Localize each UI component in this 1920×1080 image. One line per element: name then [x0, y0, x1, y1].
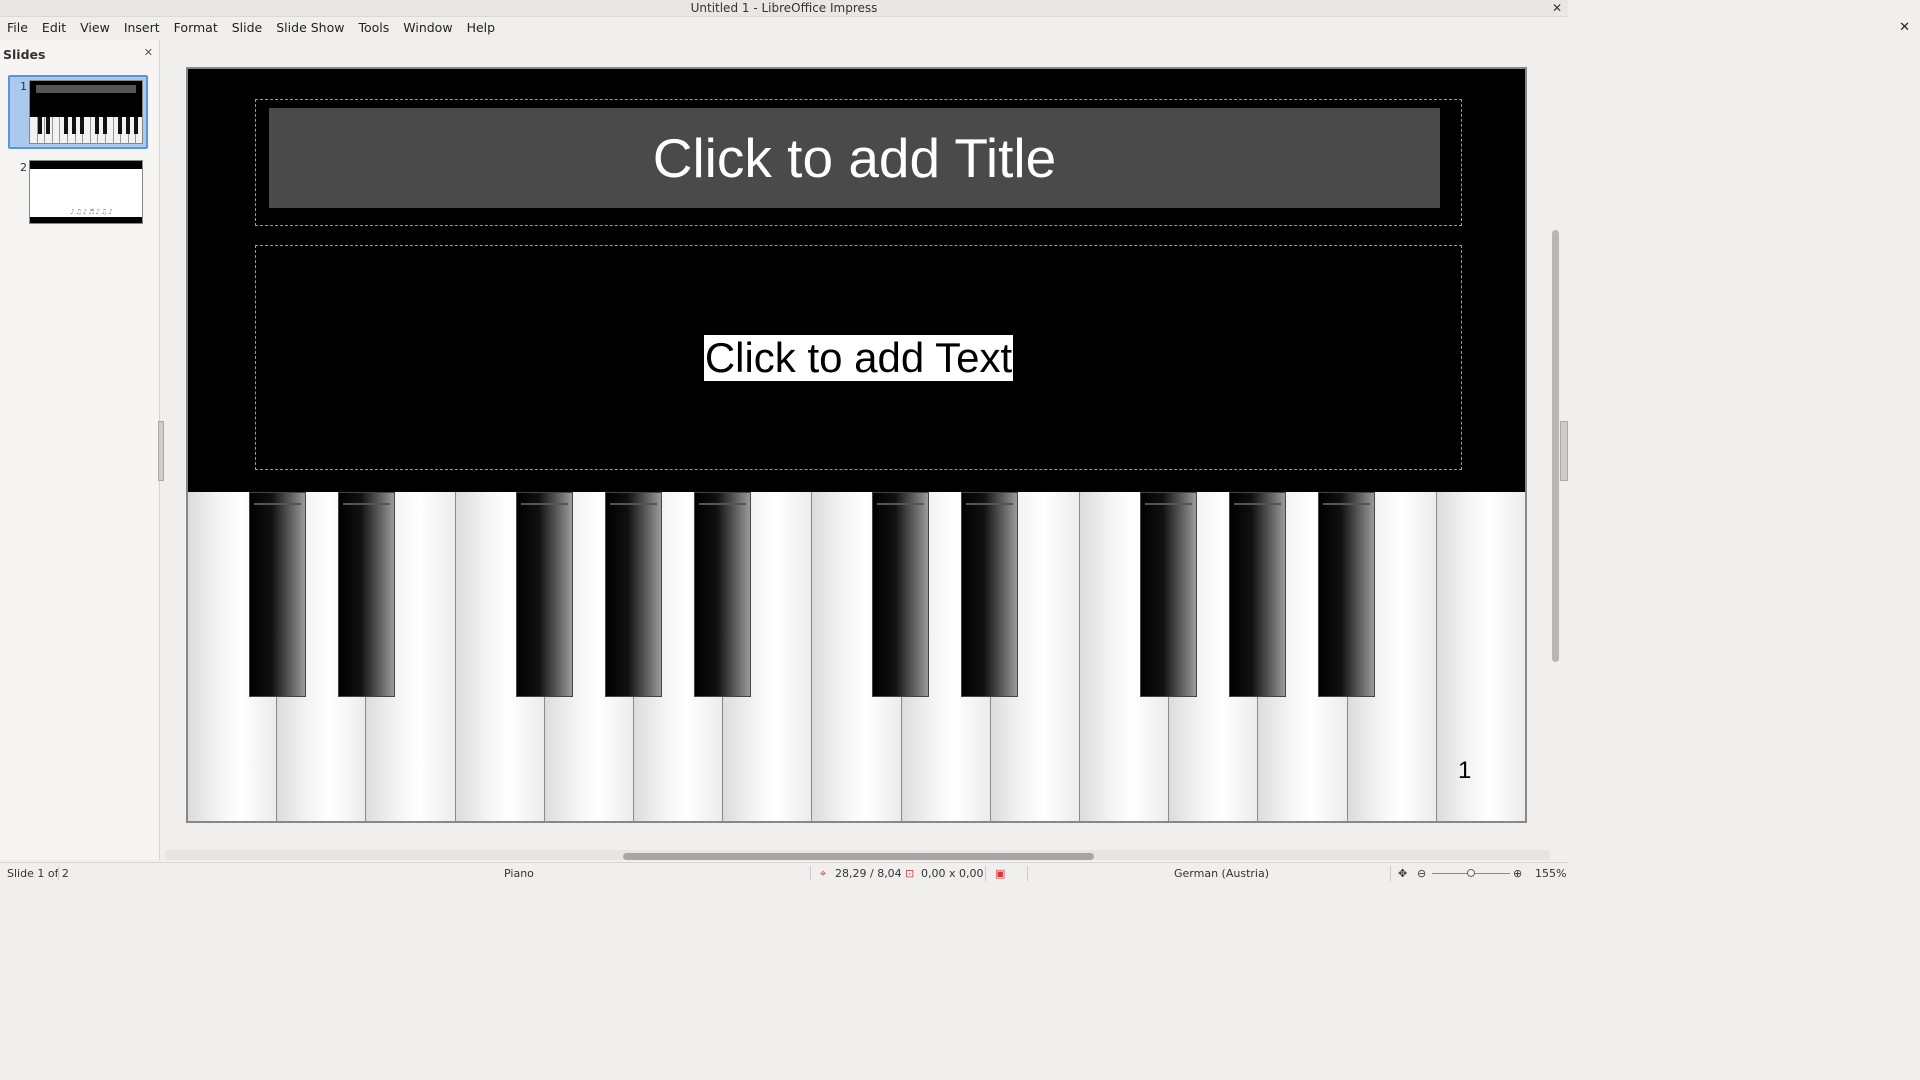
slides-pane-close-icon[interactable]: ✕: [144, 46, 153, 59]
black-key: [1318, 492, 1375, 697]
mini-black-key: [64, 117, 69, 134]
mini-white-key: [83, 117, 91, 143]
black-key: [605, 492, 662, 697]
sidebar-deck-splitter[interactable]: [1560, 421, 1568, 481]
menu-insert[interactable]: Insert: [117, 17, 167, 39]
language-status[interactable]: German (Austria): [1174, 867, 1269, 880]
menu-slide[interactable]: Slide: [225, 17, 270, 39]
slide-thumbnail-number: 1: [20, 80, 27, 93]
menu-tools[interactable]: Tools: [351, 17, 396, 39]
size-icon: ⊡: [905, 867, 915, 880]
slide-page-number: 1: [1458, 757, 1472, 784]
position-readout: 28,29 / 8,04: [835, 867, 902, 880]
slide-info: Slide 1 of 2: [7, 867, 69, 880]
menu-bar: File Edit View Insert Format Slide Slide…: [0, 17, 1568, 39]
black-key: [694, 492, 751, 697]
zoom-out-icon[interactable]: ⊖: [1417, 867, 1426, 880]
title-placeholder[interactable]: Click to add Title: [255, 99, 1462, 226]
window-title-bar: Untitled 1 - LibreOffice Impress ✕: [0, 0, 1568, 17]
master-slide-name[interactable]: Piano: [504, 867, 534, 880]
menu-help[interactable]: Help: [460, 17, 503, 39]
black-key: [1229, 492, 1286, 697]
slide-thumbnail-preview: [29, 80, 143, 144]
black-key: [1140, 492, 1197, 697]
position-icon: ⌖: [820, 867, 827, 880]
menu-file[interactable]: File: [0, 17, 35, 39]
document-modified-icon[interactable]: ▣: [995, 867, 1005, 880]
slide-thumbnail-preview: ♪♫♪♬♪♫♪: [29, 160, 143, 224]
mini-black-key: [45, 117, 50, 134]
mini-white-key: [106, 117, 114, 143]
vertical-scrollbar-thumb[interactable]: [1552, 230, 1559, 662]
black-key: [872, 492, 929, 697]
zoom-level[interactable]: 155%: [1535, 867, 1566, 880]
mini-black-key: [37, 117, 42, 134]
horizontal-scrollbar-thumb[interactable]: [623, 853, 1094, 860]
status-bar: Slide 1 of 2 Piano ⌖ 28,29 / 8,04 ⊡ 0,00…: [0, 862, 1568, 883]
black-key: [961, 492, 1018, 697]
document-close-icon[interactable]: ✕: [1899, 18, 1910, 38]
mini-black-key: [71, 117, 76, 134]
menu-edit[interactable]: Edit: [35, 17, 73, 39]
menu-view[interactable]: View: [73, 17, 117, 39]
menu-format[interactable]: Format: [167, 17, 225, 39]
body-placeholder[interactable]: Click to add Text: [255, 245, 1462, 470]
mini-black-key: [133, 117, 138, 134]
mini-black-key: [126, 117, 131, 134]
slide-canvas[interactable]: Click to add Title Click to add Text 1: [186, 67, 1527, 823]
title-placeholder-text: Click to add Title: [652, 127, 1057, 189]
mini-black-key: [95, 117, 100, 134]
size-readout: 0,00 x 0,00: [921, 867, 984, 880]
slide-thumbnail-2[interactable]: 2 ♪♫♪♬♪♫♪: [8, 158, 148, 232]
fit-slide-icon[interactable]: ✥: [1398, 867, 1407, 880]
mini-black-key: [102, 117, 107, 134]
zoom-in-icon[interactable]: ⊕: [1513, 867, 1522, 880]
window-title: Untitled 1 - LibreOffice Impress: [690, 1, 878, 15]
body-placeholder-text: Click to add Text: [703, 333, 1014, 381]
window-close-icon[interactable]: ✕: [1552, 0, 1562, 16]
zoom-slider-knob[interactable]: [1467, 869, 1475, 877]
mini-white-key: [30, 117, 38, 143]
menu-window[interactable]: Window: [396, 17, 459, 39]
title-background: Click to add Title: [269, 108, 1440, 208]
black-key: [249, 492, 306, 697]
black-key: [338, 492, 395, 697]
slides-pane-title: Slides: [3, 47, 46, 62]
white-key: [1436, 492, 1525, 821]
mini-black-key: [79, 117, 84, 134]
mini-black-key: [118, 117, 123, 134]
menu-slide-show[interactable]: Slide Show: [269, 17, 351, 39]
slides-pane-splitter[interactable]: [158, 421, 164, 481]
slide-thumbnail-number: 2: [20, 161, 27, 174]
black-key: [516, 492, 573, 697]
slide-thumbnail-1[interactable]: 1: [8, 75, 148, 149]
slides-pane: Slides ✕ 1 2 ♪♫♪♬♪♫♪: [0, 40, 160, 860]
piano-keyboard-graphic: [188, 492, 1525, 821]
mini-white-key: [52, 117, 61, 143]
